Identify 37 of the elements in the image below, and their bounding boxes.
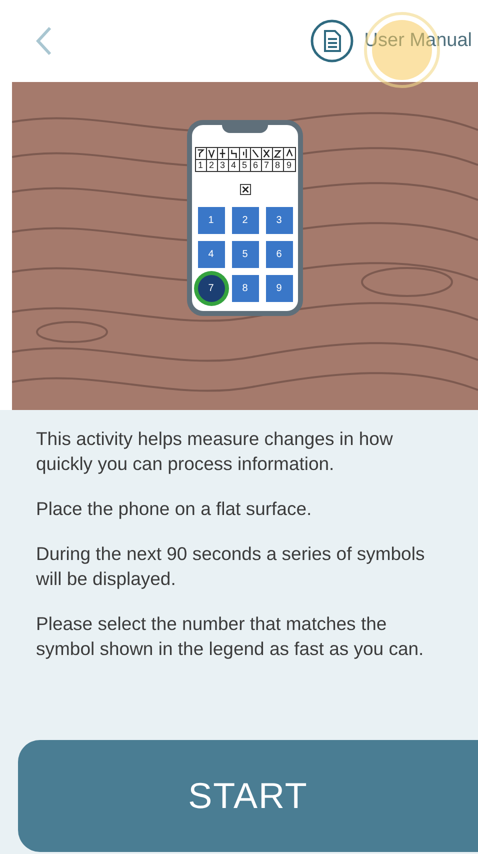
legend-number: 7 <box>262 159 272 171</box>
symbol-icon <box>218 148 227 159</box>
phone-notch <box>222 125 268 133</box>
keypad-key[interactable]: 6 <box>266 241 292 268</box>
legend-number: 4 <box>228 159 238 171</box>
legend-number: 1 <box>196 159 206 171</box>
keypad-key[interactable]: 3 <box>266 207 292 234</box>
instruction-text: Place the phone on a flat surface. <box>36 497 313 521</box>
symbol-icon <box>273 148 282 159</box>
keypad-key[interactable]: 1 <box>198 207 224 234</box>
legend-number: 3 <box>218 159 228 171</box>
legend-number: 6 <box>250 159 260 171</box>
keypad-key[interactable]: 7 <box>198 275 224 302</box>
legend-number: 9 <box>284 159 294 171</box>
symbol-icon <box>240 148 249 159</box>
instruction-text: Please select the number that matches the symbol shown in the legend as fast as you can. <box>36 612 425 661</box>
symbol-icon <box>207 148 216 159</box>
symbol-icon <box>251 148 260 159</box>
instruction-text: During the next 90 seconds a series of symbols will be displayed. <box>36 542 426 591</box>
keypad-key[interactable]: 5 <box>232 241 258 268</box>
legend-number: 5 <box>240 159 250 171</box>
legend-number: 8 <box>272 159 282 171</box>
symbol-icon <box>284 148 294 159</box>
symbol-icon <box>229 148 238 159</box>
start-button[interactable]: START <box>18 740 478 852</box>
keypad-key[interactable]: 2 <box>232 207 258 234</box>
instruction-text: This activity helps measure changes in how quickly you can process information. <box>36 427 394 476</box>
keypad-key[interactable]: 8 <box>232 275 258 302</box>
legend-number: 2 <box>206 159 216 171</box>
symbol-icon <box>262 148 271 159</box>
symbol-icon <box>196 148 205 159</box>
back-icon[interactable] <box>36 26 52 56</box>
keypad-key[interactable]: 4 <box>198 241 224 268</box>
target-symbol-icon <box>240 184 250 195</box>
user-manual-link[interactable]: User Manual <box>310 19 472 63</box>
keypad-key[interactable]: 9 <box>266 275 292 302</box>
document-icon <box>310 19 354 63</box>
